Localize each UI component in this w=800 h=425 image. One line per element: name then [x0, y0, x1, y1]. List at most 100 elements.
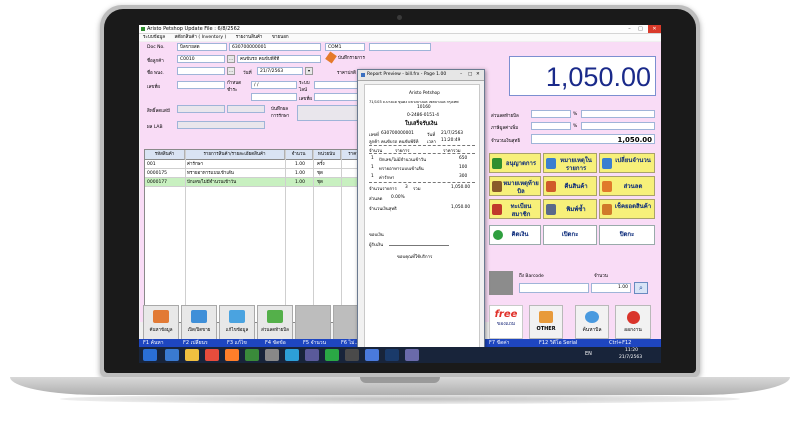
- fkey-ctrl-f12[interactable]: Ctrl+F12: [609, 339, 631, 347]
- menu-item-system[interactable]: ระบบข้อมูล: [143, 35, 165, 40]
- receipt-phone: 0-2486-0151-4: [407, 113, 439, 118]
- blank-field-2[interactable]: [251, 93, 297, 101]
- search-data-button[interactable]: ค้นหาข้อมูล: [143, 305, 179, 340]
- machine-field[interactable]: COM1: [325, 43, 365, 51]
- bill-discount-label: ส่วนลดท้ายบิล: [261, 328, 289, 333]
- vat-label: ภาษีมูลค่าเพิ่ม: [491, 126, 519, 131]
- ie-icon[interactable]: [165, 349, 179, 361]
- member-icon: [492, 204, 502, 215]
- fkey-f2[interactable]: F2 เปลี่ยนร: [183, 339, 208, 347]
- window-icon[interactable]: [265, 349, 279, 361]
- folder-icon[interactable]: [185, 349, 199, 361]
- qty-input[interactable]: 1.00: [591, 283, 631, 293]
- photoshop-icon[interactable]: [385, 349, 399, 361]
- exit-label: ออกงาน: [624, 327, 642, 333]
- minimize-icon[interactable]: –: [625, 25, 634, 33]
- find-bill-button[interactable]: ค้นหาบิล: [575, 305, 609, 339]
- tax-field[interactable]: [177, 81, 225, 89]
- approve-icon: [492, 158, 502, 169]
- cash-button[interactable]: คิดเงิน: [489, 225, 541, 245]
- bill-note-button[interactable]: หมายเหตุท้ายบิล: [489, 176, 541, 196]
- bill-discount-button[interactable]: ส่วนลดท้ายบิล: [257, 305, 293, 340]
- open-close-button[interactable]: เปิด/ปิดขาย: [181, 305, 217, 340]
- free-gift-button[interactable]: free ของแถม: [489, 305, 523, 339]
- doc-type-field[interactable]: บิลขายสด: [177, 43, 227, 51]
- receipt-title: ใบเสร็จรับเงิน: [405, 121, 438, 127]
- popup-maximize-icon[interactable]: □: [468, 70, 472, 80]
- fkey-f5[interactable]: F5 จำนวน: [303, 339, 326, 347]
- doc-no-field[interactable]: 630700000001: [229, 43, 321, 51]
- popup-close-icon[interactable]: ✕: [476, 70, 480, 80]
- due-label: กำหนดชำระ: [227, 81, 242, 93]
- line-icon[interactable]: [325, 349, 339, 361]
- app-taskbar-icon[interactable]: [245, 349, 259, 361]
- lab-field[interactable]: [177, 121, 265, 129]
- member-field[interactable]: [177, 105, 225, 113]
- barcode-input[interactable]: [519, 283, 589, 293]
- search-icon[interactable]: ⌕: [634, 282, 648, 294]
- close-shift-button[interactable]: ปิดกะ: [599, 225, 655, 245]
- app-icon-4[interactable]: [365, 349, 379, 361]
- disc-bill-amount-field[interactable]: [581, 110, 655, 118]
- customer-lookup-button[interactable]: ...: [227, 55, 235, 63]
- edit-button[interactable]: แก้ไขข้อมูล: [219, 305, 255, 340]
- reprint-button[interactable]: พิมพ์ซ้ำ: [543, 199, 597, 219]
- check-stock-button[interactable]: เช็คยอดสินค้า: [599, 199, 655, 219]
- item-note-button[interactable]: หมายเหตุในรายการ: [543, 153, 597, 173]
- discount-icon: [602, 181, 612, 192]
- fkey-f7[interactable]: F7 ขีดค่า: [489, 339, 509, 347]
- receipt-customer: คนขับรถ คนขับพีจีที: [381, 140, 419, 145]
- fkey-f4[interactable]: F4 ขัดข้อ: [265, 339, 286, 347]
- menu-item-report[interactable]: รายงานสินค้า: [236, 35, 263, 40]
- table-row[interactable]: 001 ค่ารักษา 1.00 ครั้ง: [145, 160, 367, 169]
- pct-sign: %: [573, 112, 578, 117]
- exit-button[interactable]: ออกงาน: [615, 305, 651, 339]
- member-register-button[interactable]: ทะเบียนสมาชิก: [489, 199, 541, 219]
- receipt-address: 71/103 ถ.บางแค ขุนคง แขวงบางแค เขตบางแค …: [369, 100, 459, 104]
- fkey-f3[interactable]: F3 แก้ไข: [227, 339, 247, 347]
- table-row[interactable]: 0000175 ทรายอาหารแบบเข้าเส้น 1.00 ชุด: [145, 169, 367, 178]
- app-icon-2[interactable]: [305, 349, 319, 361]
- fkey-f1[interactable]: F1 ค้นหา: [143, 339, 164, 347]
- blank-field-1[interactable]: [369, 43, 431, 51]
- return-button[interactable]: คืนสินค้า: [543, 176, 597, 196]
- edit-label: แก้ไขข้อมูล: [225, 328, 249, 333]
- discount-button[interactable]: ส่วนลด: [599, 176, 655, 196]
- maximize-icon[interactable]: □: [636, 25, 645, 33]
- approve-button[interactable]: อนุญาตการ: [489, 153, 541, 173]
- app-icon-3[interactable]: [345, 349, 359, 361]
- skype-icon[interactable]: [285, 349, 299, 361]
- popup-minimize-icon[interactable]: –: [460, 70, 462, 80]
- calendar-icon[interactable]: ▾: [305, 67, 313, 75]
- media-icon[interactable]: [225, 349, 239, 361]
- open-shift-button[interactable]: เปิดกะ: [543, 225, 597, 245]
- clock-time[interactable]: 11:20: [625, 348, 638, 353]
- member-field-2[interactable]: [227, 105, 265, 113]
- cash-label: คิดเงิน: [511, 231, 529, 238]
- other-button[interactable]: OTHER: [529, 305, 563, 339]
- grid-line: [341, 150, 342, 322]
- app-icon-5[interactable]: [405, 349, 419, 361]
- vat-amount-field[interactable]: [581, 122, 655, 130]
- language-indicator[interactable]: EN: [585, 351, 592, 357]
- row-qty: 1.00: [295, 180, 306, 185]
- vat-pct-field[interactable]: [531, 122, 571, 130]
- fkey-f12[interactable]: F12 วิดีโอ Serial: [539, 339, 577, 347]
- table-row-selected[interactable]: 0000177 ปักเลข/ไม่มีจำนวนเข้าวัน 1.00 ชุ…: [145, 178, 367, 187]
- change-qty-button[interactable]: เปลี่ยนจำนวน: [599, 153, 655, 173]
- customer-name-field[interactable]: คนขับรถ คนขับพีจีที: [237, 55, 321, 63]
- date-field[interactable]: 21/7/2563: [257, 67, 303, 75]
- disc-bill-pct-field[interactable]: [531, 110, 571, 118]
- menu-item-outside[interactable]: ขายนอก: [272, 35, 289, 40]
- start-icon[interactable]: [143, 349, 157, 361]
- customer-code-field[interactable]: C0010: [177, 55, 225, 63]
- clock-date[interactable]: 21/7/2563: [619, 355, 642, 360]
- due-field[interactable]: / /: [251, 81, 297, 89]
- salesman-lookup-button[interactable]: ...: [227, 67, 235, 75]
- chrome-icon[interactable]: [205, 349, 219, 361]
- close-icon[interactable]: ✕: [648, 25, 661, 33]
- menu-item-inventory[interactable]: สต๊อกสินค้า ( Inventory ): [175, 35, 227, 40]
- record-field[interactable]: [297, 105, 365, 121]
- salesman-code-field[interactable]: [177, 67, 225, 75]
- other-label: OTHER: [536, 326, 556, 332]
